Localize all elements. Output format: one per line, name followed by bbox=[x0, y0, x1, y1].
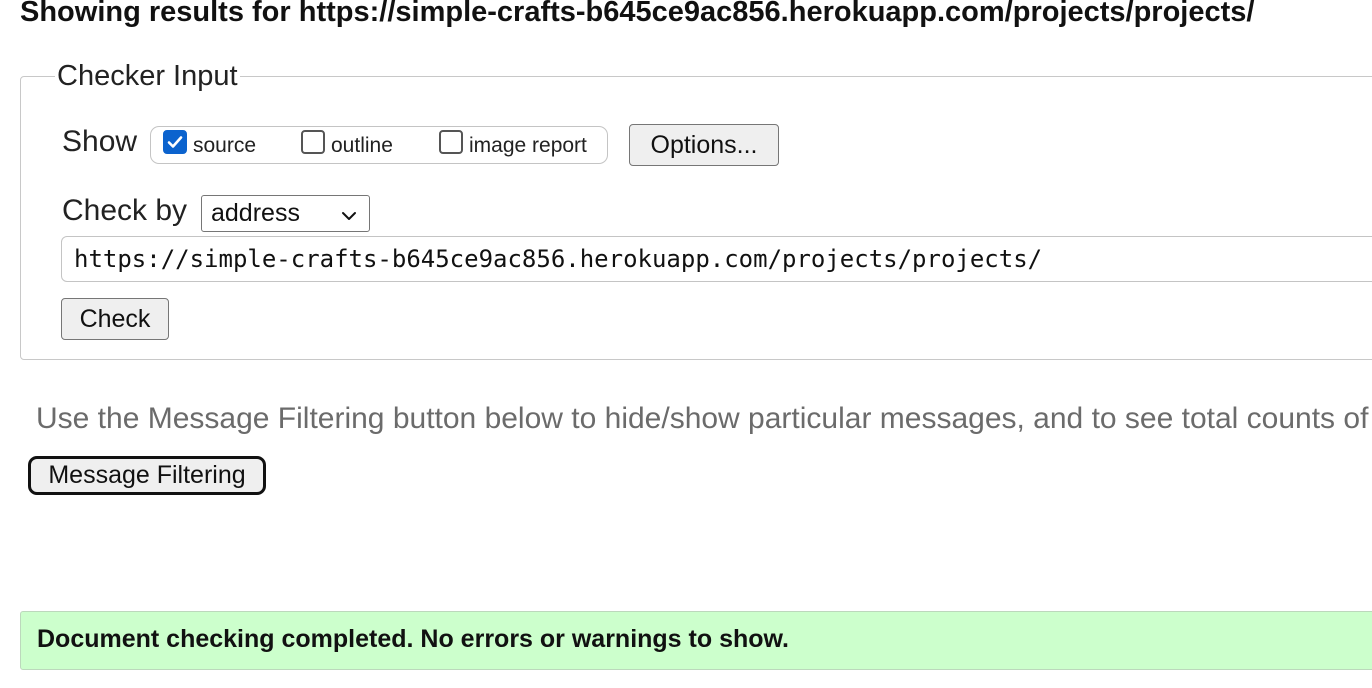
outline-option-label: outline bbox=[331, 134, 393, 157]
filtering-info-text: Use the Message Filtering button below t… bbox=[36, 402, 1372, 435]
show-options-group: source outline image report bbox=[150, 126, 608, 164]
check-by-selected-value: address bbox=[211, 199, 300, 227]
options-button[interactable]: Options... bbox=[629, 124, 779, 166]
image-report-option-label: image report bbox=[469, 134, 587, 157]
checkbox-empty-icon[interactable] bbox=[439, 130, 463, 154]
show-outline-checkbox[interactable]: outline bbox=[301, 127, 393, 165]
success-message: Document checking completed. No errors o… bbox=[37, 625, 789, 653]
source-option-label: source bbox=[193, 134, 257, 157]
check-by-label: Check by bbox=[62, 194, 188, 227]
check-button[interactable]: Check bbox=[61, 298, 169, 340]
checkmark-icon[interactable] bbox=[163, 130, 187, 154]
results-heading: Showing results for https://simple-craft… bbox=[20, 0, 1255, 28]
show-image-report-checkbox[interactable]: image report bbox=[439, 127, 587, 165]
check-by-select[interactable]: address bbox=[201, 195, 370, 232]
url-input[interactable]: https://simple-crafts-b645ce9ac856.herok… bbox=[61, 236, 1372, 282]
show-label: Show bbox=[62, 125, 138, 158]
checker-input-legend: Checker Input bbox=[57, 60, 238, 92]
message-filtering-button[interactable]: Message Filtering bbox=[28, 456, 266, 495]
show-source-checkbox[interactable]: source bbox=[163, 127, 256, 165]
chevron-down-icon bbox=[339, 204, 359, 233]
checkbox-empty-icon[interactable] bbox=[301, 130, 325, 154]
success-message-bar: Document checking completed. No errors o… bbox=[20, 611, 1372, 670]
validator-page: Showing results for https://simple-craft… bbox=[0, 0, 1372, 688]
